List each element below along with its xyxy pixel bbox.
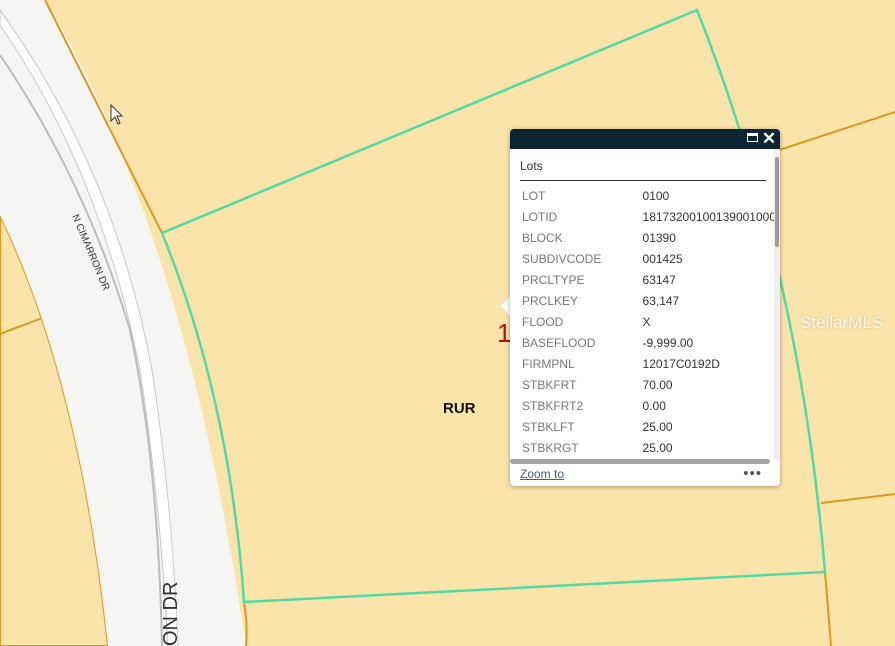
attribute-row: STBKFRT 70.00 <box>522 374 776 395</box>
attribute-key: STBKFRT2 <box>522 398 584 413</box>
attribute-key: BLOCK <box>522 230 563 245</box>
popup-header: ✕ <box>510 129 780 149</box>
attribute-key: PRCLTYPE <box>522 272 585 287</box>
attribute-value: 70.00 <box>642 377 673 392</box>
attribute-value: 25.00 <box>642 419 673 434</box>
horizontal-scrollbar[interactable] <box>510 459 770 464</box>
attribute-value: -9,999.00 <box>642 335 694 350</box>
vertical-scrollbar-thumb[interactable] <box>775 157 779 247</box>
attribute-row: LOT 0100 <box>522 185 776 206</box>
attribute-key: LOT <box>522 188 546 203</box>
attribute-key: FLOOD <box>522 314 564 329</box>
popup-footer: Zoom to ••• <box>510 465 780 486</box>
attribute-row: BLOCK 01390 <box>522 227 776 248</box>
lots-popup: ✕ Lots LOT 0100 LOTID 18173200100139001000 B… <box>510 129 780 486</box>
attribute-value: 63,147 <box>642 293 680 308</box>
attribute-row: STBKLFT 25.00 <box>522 416 776 437</box>
attribute-value: 18173200100139001000 <box>642 209 776 224</box>
close-icon[interactable]: ✕ <box>761 130 777 147</box>
attribute-row: LOTID 18173200100139001000 <box>522 206 776 227</box>
attribute-row: PRCLKEY 63,147 <box>522 290 776 311</box>
attribute-row: BASEFLOOD -9,999.00 <box>522 332 776 353</box>
attribute-key: STBKRGT <box>522 440 579 455</box>
attribute-row: SUBDIVCODE 001425 <box>522 248 776 269</box>
more-options-button[interactable]: ••• <box>743 465 762 482</box>
attribute-row: STBKFRT2 0.00 <box>522 395 776 416</box>
attribute-key: BASEFLOOD <box>522 335 596 350</box>
parcel-line-ne <box>778 111 895 151</box>
attribute-table: LOT 0100 LOTID 18173200100139001000 BLOCK 013… <box>522 185 776 458</box>
attribute-key: STBKFRT <box>522 377 577 392</box>
attribute-value: X <box>642 314 651 329</box>
popup-body[interactable]: Lots LOT 0100 LOTID 18173200100139001000 BLO… <box>510 149 776 460</box>
parcel-line-e <box>820 493 895 504</box>
attribute-value: 12017C0192D <box>642 356 720 371</box>
attribute-value: 63147 <box>642 272 676 287</box>
attribute-key: PRCLKEY <box>522 293 579 308</box>
attribute-key: LOTID <box>522 209 558 224</box>
attribute-row: FLOOD X <box>522 311 776 332</box>
attribute-key: SUBDIVCODE <box>522 251 602 266</box>
zoom-to-link[interactable]: Zoom to <box>520 467 564 481</box>
attribute-value: 25.00 <box>642 440 673 455</box>
road-label-lower: ON DR <box>160 582 182 646</box>
watermark-logo: StellarMLS <box>800 313 884 332</box>
attribute-row: FIRMPNL 12017C0192D <box>522 353 776 374</box>
attribute-value: 0100 <box>642 188 670 203</box>
vertical-scrollbar[interactable] <box>774 149 780 460</box>
attribute-value: 01390 <box>642 230 676 245</box>
attribute-row: STBKRGT 25.00 <box>522 437 776 458</box>
attribute-value: 001425 <box>642 251 683 266</box>
attribute-value: 0.00 <box>642 398 666 413</box>
attribute-key: FIRMPNL <box>522 356 575 371</box>
popup-title: Lots <box>520 159 766 181</box>
attribute-key: STBKLFT <box>522 419 575 434</box>
parcel-line-se <box>824 571 832 646</box>
attribute-row: PRCLTYPE 63147 <box>522 269 776 290</box>
mouse-cursor-icon <box>110 104 124 125</box>
zone-label: RUR <box>443 400 476 417</box>
maximize-icon[interactable] <box>747 133 758 142</box>
